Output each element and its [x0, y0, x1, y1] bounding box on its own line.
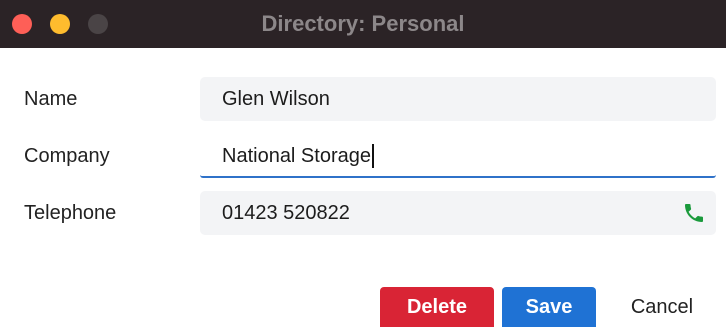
name-label: Name [24, 88, 78, 110]
cancel-button[interactable]: Cancel [606, 287, 718, 327]
company-field[interactable]: National Storage [200, 134, 716, 178]
text-caret [371, 143, 374, 168]
telephone-row: Telephone 01423 520822 [0, 188, 726, 238]
title-bar[interactable]: Directory: Personal [0, 0, 726, 48]
telephone-label: Telephone [24, 202, 117, 224]
directory-window: Directory: Personal Name Glen Wilson Com… [0, 0, 726, 327]
window-title: Directory: Personal [261, 11, 465, 36]
delete-button[interactable]: Delete [380, 287, 494, 327]
company-value-wrap: National Storage [222, 134, 374, 178]
phone-icon[interactable] [682, 201, 706, 225]
company-row: Company National Storage [0, 131, 726, 181]
name-field[interactable]: Glen Wilson [200, 77, 716, 121]
telephone-value: 01423 520822 [222, 202, 350, 224]
company-value: National Storage [222, 145, 371, 167]
company-label: Company [24, 145, 110, 167]
name-value: Glen Wilson [222, 88, 330, 110]
telephone-field[interactable]: 01423 520822 [200, 191, 716, 235]
save-button[interactable]: Save [502, 287, 596, 327]
name-row: Name Glen Wilson [0, 74, 726, 124]
